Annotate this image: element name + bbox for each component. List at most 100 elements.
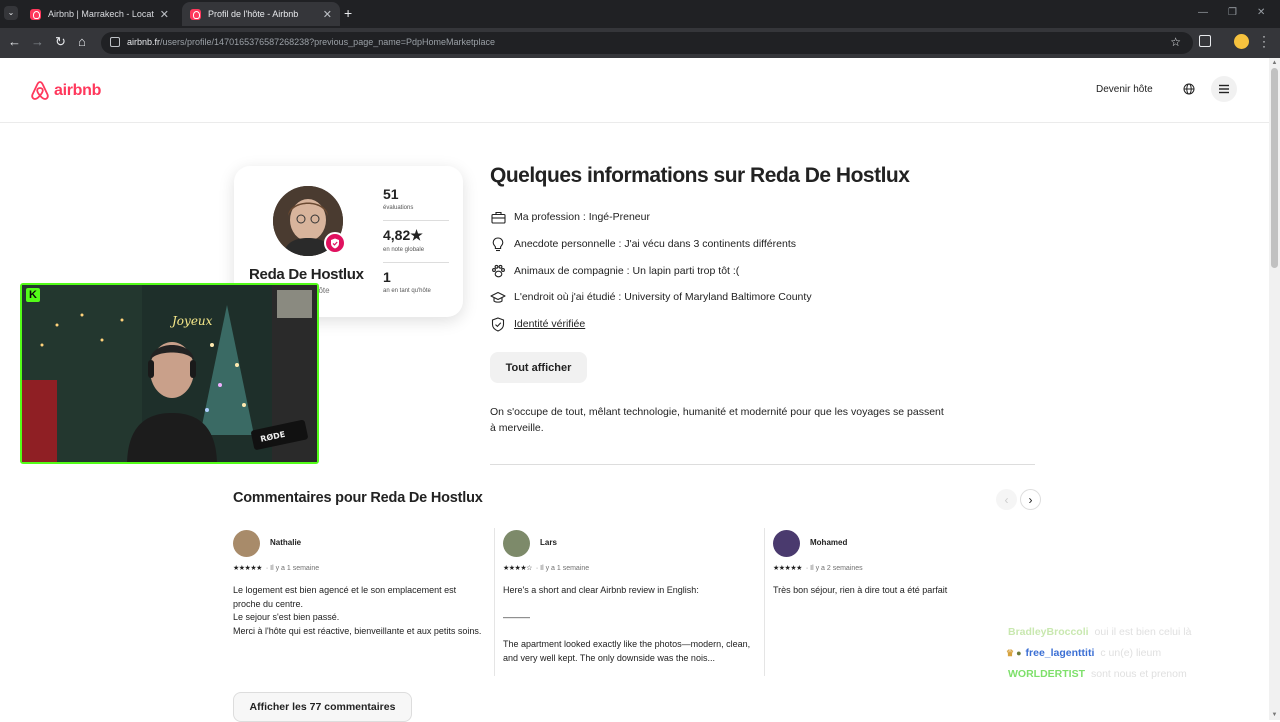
host-name: Reda De Hostlux (249, 266, 364, 283)
host-bio: On s'occupe de tout, mêlant technologie,… (490, 406, 944, 434)
browser-menu-icon[interactable]: · · · (1262, 30, 1266, 52)
language-globe-button[interactable] (1177, 77, 1201, 101)
close-tab-icon[interactable]: ✕ (160, 8, 169, 21)
chat-message: ♛ ● free_lagenttiti c un(e) lieum (1006, 647, 1161, 659)
close-tab-icon[interactable]: ✕ (323, 8, 332, 21)
main-menu-button[interactable] (1211, 76, 1237, 102)
new-tab-button[interactable]: + (344, 5, 352, 21)
star-rating-icon: ★★★★☆ (503, 565, 532, 572)
chat-username: free_lagenttiti (1025, 647, 1095, 659)
star-rating-icon: ★★★★★ (233, 565, 262, 572)
show-all-reviews-button[interactable]: Afficher les 77 commentaires (233, 692, 412, 722)
chat-message: BradleyBroccoli oui il est bien celui là (1008, 626, 1191, 638)
airbnb-logo[interactable]: airbnb (30, 80, 101, 101)
reviewer-avatar (503, 530, 530, 557)
stat-rating: 4,82★ en note globale (383, 227, 449, 253)
back-arrow-icon[interactable]: ← (8, 35, 21, 49)
carousel-prev-button[interactable]: ‹ (996, 489, 1017, 510)
subscriber-badge-icon: ♛ (1006, 647, 1015, 658)
info-text: Animaux de compagnie : Un lapin parti tr… (514, 265, 740, 277)
reload-icon[interactable]: ↻ (55, 35, 66, 49)
url-text: airbnb.fr/users/profile/1470165376587268… (127, 37, 495, 47)
reviewer-avatar (773, 530, 800, 557)
about-heading: Quelques informations sur Reda De Hostlu… (490, 164, 910, 187)
browser-tab-profile[interactable]: Profil de l'hôte - Airbnb ✕ (182, 2, 340, 26)
info-text: Ma profession : Ingé-Preneur (514, 211, 650, 223)
reviewer-name: Mohamed (810, 538, 848, 547)
chat-message-text: c un(e) lieum (1100, 647, 1162, 659)
chat-message: WORLDERTIST sont nous et prenom (1008, 668, 1187, 680)
restore-icon[interactable]: ❐ (1228, 7, 1237, 18)
stat-years-hosting: 1 an en tant qu'hôte (383, 269, 449, 294)
verified-host-badge-icon (324, 232, 346, 254)
review-date: Il y a 1 semaine (270, 565, 320, 572)
streamer-webcam-overlay: Joyeux RØDE K (20, 283, 319, 464)
chevron-right-icon: › (1028, 492, 1033, 507)
info-profession: Ma profession : Ingé-Preneur (490, 209, 650, 225)
scroll-up-icon[interactable]: ▲ (1271, 60, 1278, 66)
become-host-link[interactable]: Devenir hôte (1092, 82, 1157, 97)
chat-message-text: oui il est bien celui là (1094, 626, 1192, 638)
review-card[interactable]: Mohamed ★★★★★ · Il y a 2 semaines Très b… (773, 528, 1028, 678)
site-header: airbnb Devenir hôte (0, 58, 1269, 123)
chat-username: WORLDERTIST (1008, 668, 1085, 680)
forward-arrow-icon[interactable]: → (31, 35, 44, 49)
chat-username: BradleyBroccoli (1008, 626, 1089, 638)
minimize-icon[interactable]: — (1198, 7, 1208, 18)
show-all-button[interactable]: Tout afficher (490, 352, 587, 383)
graduation-cap-icon (490, 289, 506, 305)
browser-profile-avatar[interactable] (1234, 34, 1249, 49)
stat-value: 4,82★ (383, 227, 423, 243)
address-bar[interactable]: airbnb.fr/users/profile/1470165376587268… (101, 32, 1193, 54)
info-identity-verified[interactable]: Identité vérifiée (490, 316, 585, 332)
scroll-down-icon[interactable]: ▼ (1271, 712, 1278, 718)
page-scrollbar[interactable]: ▲ ▼ (1269, 58, 1280, 720)
info-text: Anecdote personnelle : J'ai vécu dans 3 … (514, 238, 796, 250)
review-card[interactable]: Lars ★★★★☆ · Il y a 1 semaine Here's a s… (503, 528, 758, 678)
review-text: Here's a short and clear Airbnb review i… (503, 585, 751, 663)
review-meta: ★★★★☆ · Il y a 1 semaine (503, 565, 590, 572)
hamburger-menu-icon (1219, 84, 1229, 94)
extensions-puzzle-icon[interactable] (1199, 35, 1211, 47)
airbnb-belo-icon (31, 81, 49, 100)
reviewer-name: Lars (540, 538, 557, 547)
chat-message-text: sont nous et prenom (1091, 668, 1187, 680)
review-meta: ★★★★★ · Il y a 2 semaines (773, 565, 863, 572)
url-domain: airbnb.fr (127, 37, 161, 47)
stat-label: évaluations (383, 205, 414, 211)
browser-tab-marrakech[interactable]: Airbnb | Marrakech - Locations ✕ (22, 2, 177, 26)
close-window-icon[interactable]: ✕ (1257, 7, 1265, 18)
stat-reviews: 51 évaluations (383, 186, 449, 211)
globe-icon (1183, 83, 1195, 95)
stat-label: en note globale (383, 247, 425, 253)
shield-check-icon (490, 316, 506, 332)
reviews-heading: Commentaires pour Reda De Hostlux (233, 490, 483, 506)
tab-search-button[interactable]: ⌄ (4, 6, 18, 20)
url-path: /users/profile/1470165376587268238?previ… (160, 37, 496, 47)
lightbulb-icon (490, 236, 506, 252)
review-card[interactable]: Nathalie ★★★★★ · Il y a 1 semaine Le log… (233, 528, 488, 678)
reviewer-name: Nathalie (270, 538, 302, 547)
webcam-video-image: Joyeux RØDE (22, 285, 317, 462)
bookmark-star-icon[interactable]: ☆ (1170, 35, 1181, 49)
browser-tab-strip: ⌄ Airbnb | Marrakech - Locations ✕ Profi… (0, 0, 1280, 28)
info-pets: Animaux de compagnie : Un lapin parti tr… (490, 263, 739, 279)
review-meta: ★★★★★ · Il y a 1 semaine (233, 565, 320, 572)
stat-divider (383, 220, 449, 221)
briefcase-icon (490, 209, 506, 225)
airbnb-favicon-icon (190, 8, 201, 20)
browser-toolbar: ← → ↻ ⌂ airbnb.fr/users/profile/14701653… (0, 28, 1280, 58)
stat-value: 51 (383, 186, 399, 202)
paw-icon (490, 263, 506, 279)
kick-logo-icon: K (26, 288, 40, 302)
chevron-left-icon: ‹ (1004, 492, 1009, 507)
site-info-icon[interactable] (110, 37, 120, 47)
star-rating-icon: ★★★★★ (773, 565, 802, 572)
emote-badge-icon: ● (1016, 648, 1022, 658)
identity-verified-link[interactable]: Identité vérifiée (514, 318, 585, 330)
stat-divider (383, 262, 449, 263)
home-icon[interactable]: ⌂ (78, 35, 86, 49)
carousel-next-button[interactable]: › (1020, 489, 1041, 510)
scrollbar-thumb[interactable] (1271, 68, 1278, 268)
tab-title: Airbnb | Marrakech - Locations (48, 9, 154, 19)
